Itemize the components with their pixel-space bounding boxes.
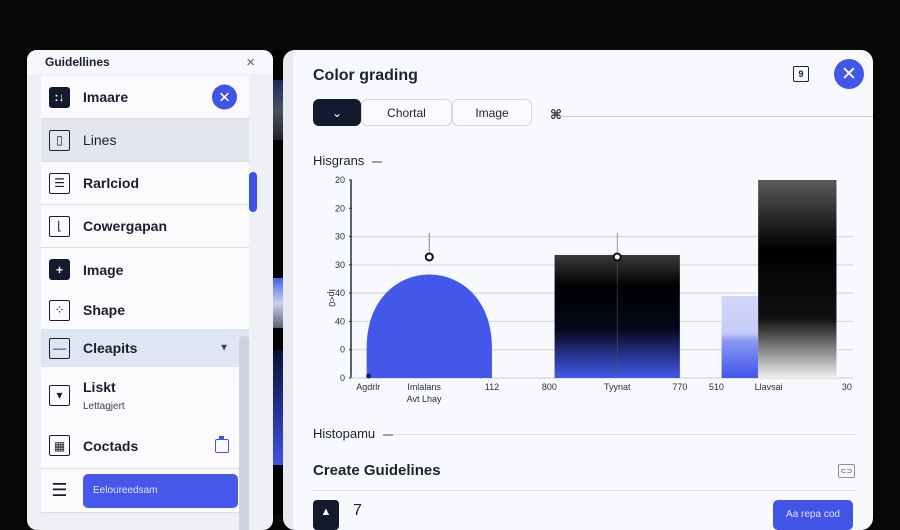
count-value: 7	[353, 502, 362, 519]
x-tick-label: 112	[485, 382, 499, 392]
x-tick-label: Agdrlr	[356, 382, 380, 392]
list-item-imaare[interactable]: :↓ Imaare ✕	[41, 76, 249, 119]
x-tick-label: 800	[542, 382, 557, 392]
window-icon: ‒‒	[49, 337, 70, 359]
close-button[interactable]: ✕	[834, 59, 864, 89]
histogram-dome	[366, 274, 492, 378]
guidelines-list: :↓ Imaare ✕ ▯ Lines ☰ Rarlciod ⌊ Cowerga…	[41, 76, 249, 513]
divider-segment	[273, 80, 283, 140]
y-tick-label: 0	[340, 345, 345, 355]
histogram-bar	[758, 180, 837, 378]
list-item-label: Liskt	[83, 378, 116, 395]
bag-icon[interactable]	[215, 435, 229, 453]
x-axis-label: Avt Lhay	[407, 394, 442, 404]
list-item-sublabel: Lettagjert	[83, 400, 125, 412]
x-tick-label: Tyynat	[604, 382, 631, 392]
command-icon[interactable]: ⌘	[550, 107, 562, 123]
guidelines-panel: Guidellines × :↓ Imaare ✕ ▯ Lines ☰ Rarl…	[27, 50, 273, 530]
folder-icon: ☰	[51, 480, 68, 500]
divider	[393, 434, 855, 435]
scrollbar-track[interactable]	[239, 336, 249, 530]
list-item-liskt[interactable]: ▾ Liskt Lettagjert	[41, 367, 249, 423]
chart-frame-icon: ⌊	[49, 215, 70, 237]
list-item-label: Cleapits	[83, 340, 138, 356]
list-item-text: Liskt Lettagjert	[83, 379, 125, 412]
divider	[560, 116, 873, 117]
divider-segment	[273, 278, 283, 328]
chevron-down-icon[interactable]: ▼	[219, 343, 229, 354]
x-tick-label: 510	[709, 382, 724, 392]
create-guidelines-title: Create Guidelines	[313, 462, 441, 479]
y-tick-label: 0	[340, 373, 345, 383]
list-item-label: Imaare	[83, 89, 129, 105]
y-tick-label: 20	[335, 203, 345, 213]
list-item-shape[interactable]: ⁘ Shape	[41, 291, 249, 329]
tab-image[interactable]: Image	[452, 99, 532, 126]
color-grading-panel: Color grading 9 ✕ ⌄ Chortal Image ⌘ Hisg…	[283, 50, 873, 530]
divider-segment	[273, 350, 283, 465]
list-item-label: Shape	[83, 302, 126, 318]
list-item-cowergapan[interactable]: ⌊ Cowergapan	[41, 205, 249, 248]
histogram-svg: 20203030404000Ip<0Agdrlr Imlalans 112 800 Ty…	[327, 175, 853, 404]
histogram-bar	[721, 295, 759, 378]
x-tick-label: 770	[672, 382, 687, 392]
upload-button[interactable]: ▲	[313, 500, 339, 530]
layers-icon: ▯	[49, 129, 70, 151]
view-toggle: ⌄ Chortal Image	[313, 99, 532, 126]
collapse-icon[interactable]	[383, 433, 394, 436]
x-tick-label: Imlalans	[407, 382, 441, 392]
shape-icon: ⁘	[49, 299, 70, 321]
apply-button[interactable]: Aa repa cod	[773, 500, 853, 530]
list-item-label: Cowergapan	[83, 218, 168, 234]
list-item-label: Rarlciod	[83, 175, 140, 191]
y-tick-label: 40	[335, 316, 345, 326]
list-item-label: Coctads	[83, 437, 139, 454]
section-heading-hisgrans: Hisgrans	[313, 153, 383, 168]
guidelines-title: Guidellines	[45, 55, 110, 69]
list-item-label: Image	[83, 261, 124, 278]
collapse-icon[interactable]	[372, 160, 383, 163]
close-icon[interactable]: ×	[246, 55, 255, 70]
y-axis-label: Ip<0	[327, 289, 337, 307]
list-item-cleapits[interactable]: ‒‒ Cleapits ▼	[41, 329, 249, 367]
y-tick-label: 30	[335, 232, 345, 242]
link-icon[interactable]: ⊂⊃	[838, 464, 855, 478]
x-tick-label: Llavsai	[755, 382, 783, 392]
data-marker	[612, 252, 622, 262]
panel-title: Color grading	[313, 67, 418, 84]
list-form-icon: ☰	[49, 172, 70, 194]
scrollbar-thumb[interactable]	[249, 172, 257, 212]
tab-chortal[interactable]: Chortal	[361, 99, 452, 126]
list-item-coctads[interactable]: ▦ Coctads	[41, 423, 249, 469]
list-item-eeloureedsam[interactable]: ☰ Eeloureedsam	[41, 469, 249, 513]
dropdown-box-icon: ▾	[49, 384, 70, 406]
plus-icon: +	[49, 259, 70, 280]
x-tick-label: 30	[842, 382, 852, 392]
section-label: Hisgrans	[313, 153, 365, 168]
section-label: Histopamu	[313, 426, 376, 441]
y-tick-label: 30	[335, 260, 345, 270]
histogram-chart: 20 20 30 30 40 40 0 0 Ip<0 Agdrlr Imlalans 112 800 Ty…	[313, 172, 873, 404]
guidelines-header: Guidellines ×	[27, 50, 273, 74]
list-item-rarlciod[interactable]: ☰ Rarlciod	[41, 162, 249, 205]
map-icon: ▦	[49, 435, 70, 456]
list-item-label: Lines	[83, 132, 117, 148]
section-heading-histopamu: Histopamu	[313, 426, 394, 441]
data-marker	[424, 252, 434, 262]
data-marker	[366, 373, 372, 379]
divider	[313, 490, 855, 491]
list-item-image[interactable]: + Image	[41, 248, 249, 291]
dropdown-toggle[interactable]: ⌄	[313, 99, 361, 126]
remove-icon[interactable]: ✕	[212, 84, 237, 110]
list-item-lines[interactable]: ▯ Lines	[41, 119, 249, 162]
eeloureedsam-button[interactable]: Eeloureedsam	[83, 473, 238, 508]
note-icon[interactable]: 9	[793, 66, 809, 82]
adjust-icon: :↓	[49, 86, 70, 108]
y-tick-label: 20	[335, 175, 345, 185]
panel-divider	[273, 50, 283, 514]
